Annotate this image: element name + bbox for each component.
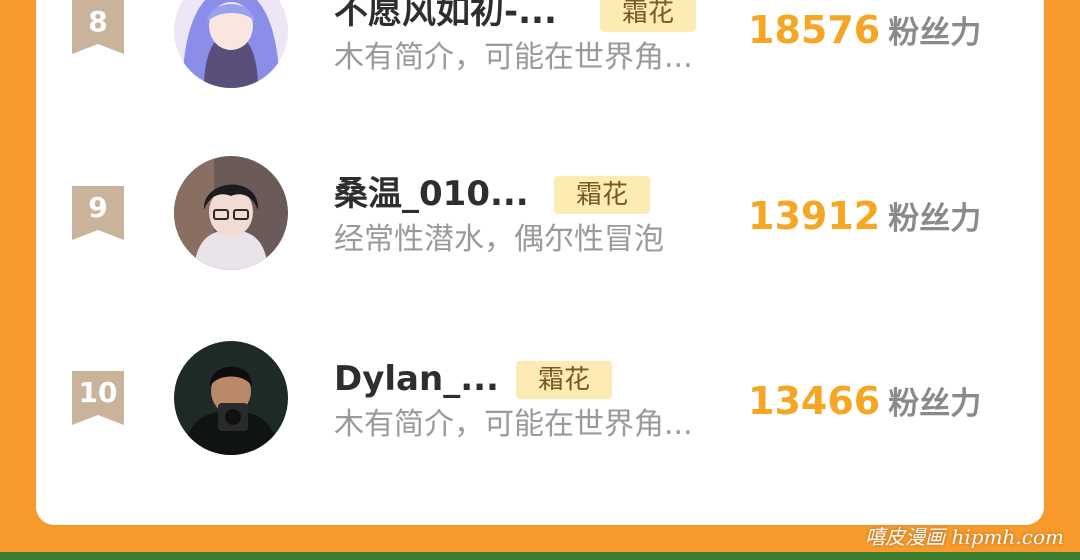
fans-label: 粉丝力 [888,15,982,51]
avatar[interactable] [174,0,288,88]
fans-power: 13912 粉丝力 [748,194,981,246]
level-tag: 霜花 [554,176,651,214]
fans-label: 粉丝力 [888,386,982,422]
rank-badge: 9 [72,186,124,240]
fans-value: 18576 [748,8,881,52]
user-name[interactable]: 桑温_010... [334,174,529,214]
level-tag: 霜花 [600,0,697,32]
user-name[interactable]: Dylan_... [334,359,499,399]
user-bio: 木有简介，可能在世界角... [334,40,693,75]
avatar[interactable] [174,156,288,270]
bottom-strip [0,552,1080,560]
watermark: 嘻皮漫画 hipmh.com [865,525,1064,549]
rank-badge: 10 [72,371,124,425]
fans-label: 粉丝力 [888,201,982,237]
avatar-man-camera-icon [174,341,288,455]
user-bio: 木有简介，可能在世界角... [334,407,693,442]
fans-value: 13912 [748,194,881,238]
fans-power: 18576 粉丝力 [748,8,981,60]
avatar-boy-icon [174,156,288,270]
user-bio: 经常性潜水，偶尔性冒泡 [334,222,664,257]
rank-number: 10 [78,376,118,409]
ranking-row[interactable]: 8 不愿风如初-... 霜花 木有简介，可能在世界角... 18576 粉丝力 [36,0,1044,120]
user-name[interactable]: 不愿风如初-... [334,0,557,32]
avatar-anime-girl-icon [174,0,288,88]
rank-badge: 8 [72,0,124,54]
rank-number: 9 [88,191,108,224]
fans-power: 13466 粉丝力 [748,379,981,431]
ranking-row[interactable]: 10 Dylan_... 霜花 木有简介，可能在世界角... 13466 粉丝力 [36,335,1044,485]
fans-value: 13466 [748,379,881,423]
ranking-card: 8 不愿风如初-... 霜花 木有简介，可能在世界角... 18576 粉丝力 9 [36,0,1044,525]
avatar[interactable] [174,341,288,455]
ranking-row[interactable]: 9 桑温_010... 霜花 经常性潜水，偶尔性冒泡 13912 粉丝力 [36,150,1044,300]
level-tag: 霜花 [516,361,613,399]
rank-number: 8 [88,5,108,38]
